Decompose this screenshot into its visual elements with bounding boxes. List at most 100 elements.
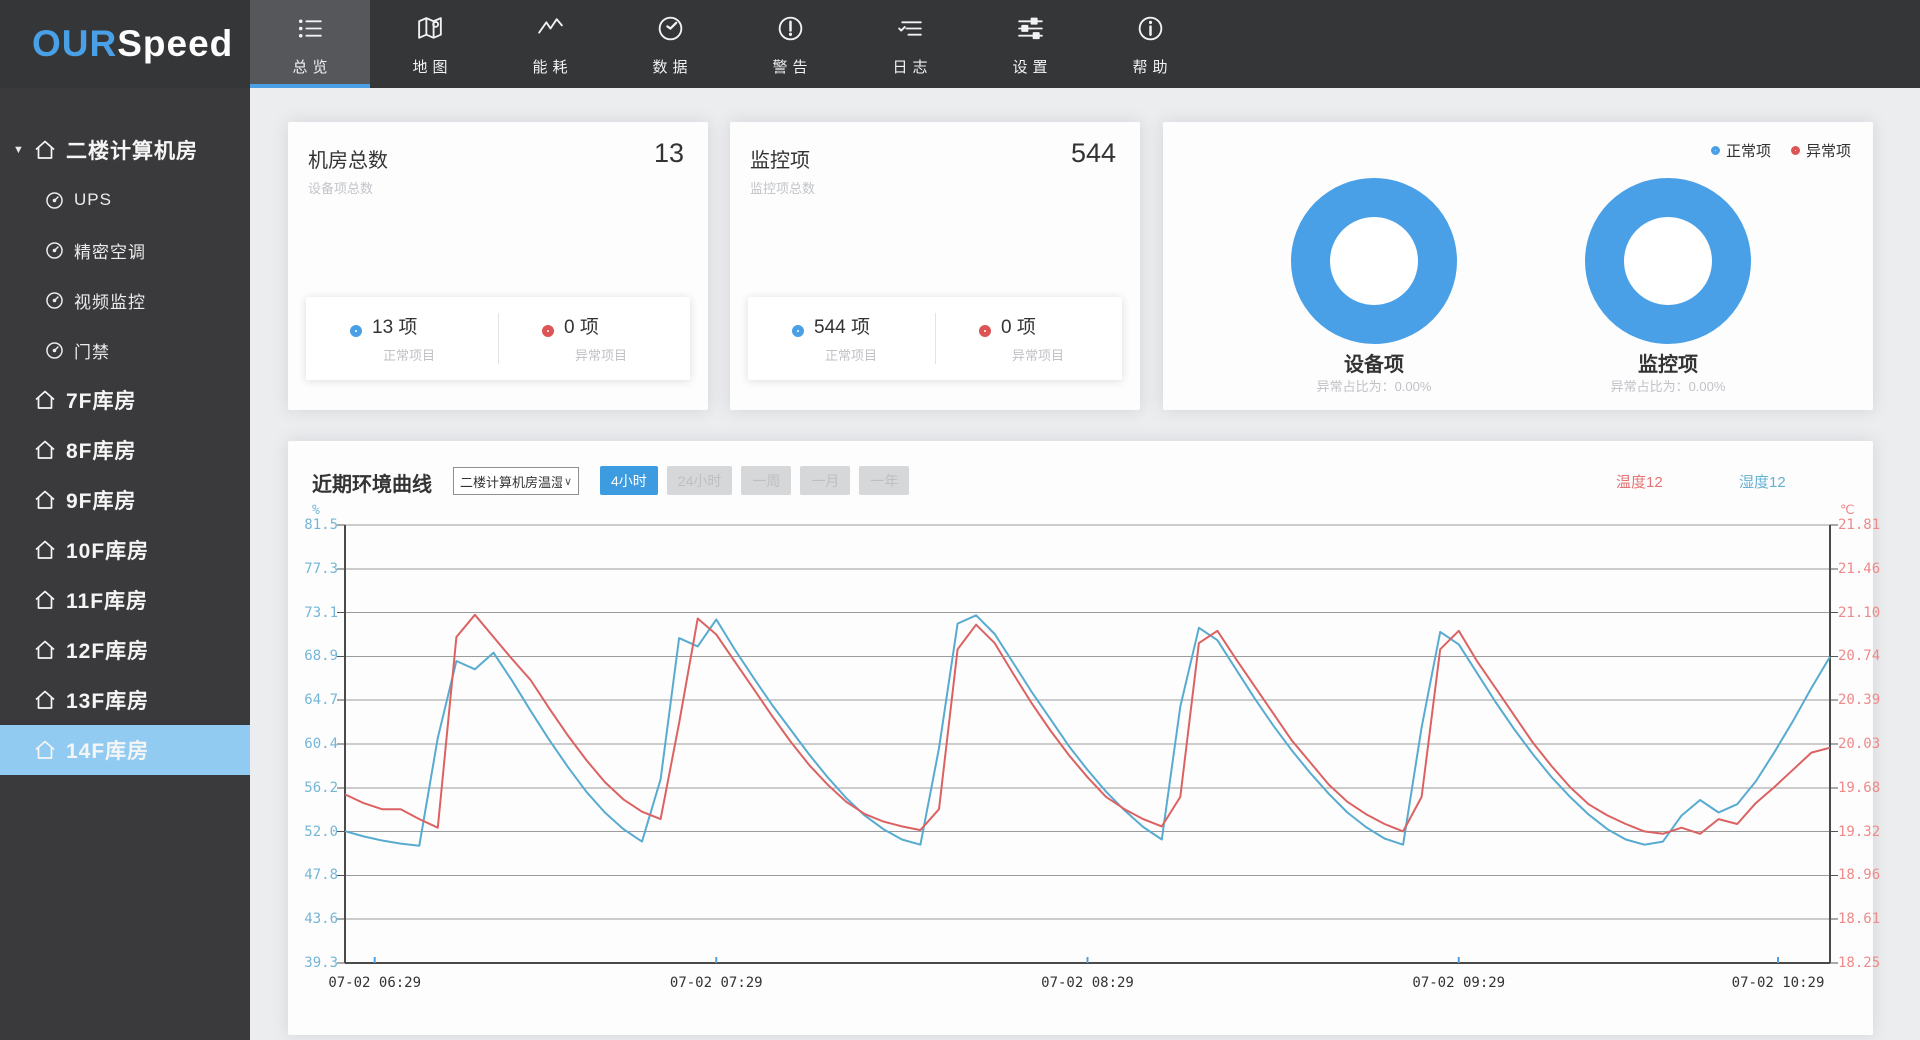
- legend-label: 正常项: [1726, 140, 1771, 161]
- donut-legend-item-正常项[interactable]: 正常项: [1711, 140, 1771, 161]
- sidebar-item-14F库房[interactable]: ▼14F库房: [0, 725, 250, 775]
- machine-room-total: 13: [654, 138, 684, 169]
- range-button-一周[interactable]: 一周: [741, 466, 791, 495]
- sidebar-item-8F库房[interactable]: ▼8F库房: [0, 425, 250, 475]
- sidebar-item-7F库房[interactable]: ▼7F库房: [0, 375, 250, 425]
- home-icon: [29, 538, 57, 562]
- sidebar-item-门禁[interactable]: 门禁: [0, 325, 250, 375]
- nav-tab-4[interactable]: 数据: [610, 0, 730, 88]
- gauge-icon: [0, 290, 65, 311]
- left-axis-tick: 56.2: [278, 779, 338, 797]
- right-axis-tick: 18.61: [1838, 910, 1898, 928]
- nav-tab-label: 设置: [1007, 56, 1052, 77]
- monitor-donut-label: 监控项: [1585, 348, 1751, 377]
- x-axis-tick: 07-02 06:29: [315, 975, 435, 991]
- donut-card: 正常项异常项 设备项 异常占比为：0.00% 监控项 异常占比为：0.00%: [1163, 122, 1873, 410]
- right-axis-tick: 18.96: [1838, 866, 1898, 884]
- humidity-legend-toggle[interactable]: 湿度12: [1739, 471, 1786, 492]
- normal-stat-value: 544 项: [814, 317, 870, 338]
- sidebar-item-label: 14F库房: [66, 735, 149, 765]
- brand-logo: OURSpeed: [32, 0, 233, 88]
- caret-down-icon[interactable]: ▼: [13, 144, 29, 156]
- nav-tab-2[interactable]: 地图: [370, 0, 490, 88]
- normal-stat-label: 正常项目: [825, 345, 935, 364]
- monitor-card-title: 监控项: [750, 144, 810, 173]
- home-icon: [29, 738, 57, 762]
- environment-curve-card: 近期环境曲线 二楼计算机房温湿环 ∨ 4小时24小时一周一月一年 温度12 湿度…: [288, 441, 1873, 1035]
- nav-tab-1[interactable]: 总览: [250, 0, 370, 88]
- abnormal-stat: 0 项 异常项目: [498, 297, 690, 380]
- dashboard-root: OURSpeed 总览地图能耗数据警告日志设置帮助 root 2019-07-0…: [0, 0, 1920, 1040]
- range-button-4小时[interactable]: 4小时: [600, 466, 658, 495]
- normal-stat-value: 13 项: [372, 317, 417, 338]
- monitor-donut-chart: [1585, 178, 1751, 344]
- nav-tab-label: 地图: [407, 56, 452, 77]
- chevron-down-icon: ∨: [564, 475, 572, 488]
- sidebar-item-label: 9F库房: [66, 485, 137, 515]
- range-button-一月[interactable]: 一月: [800, 466, 850, 495]
- nav-tab-label: 帮助: [1127, 56, 1172, 77]
- right-axis-tick: 21.46: [1838, 560, 1898, 578]
- help-icon: [1135, 0, 1166, 49]
- sidebar-item-视频监控[interactable]: 视频监控: [0, 275, 250, 325]
- abnormal-stat: 0 项 异常项目: [935, 297, 1122, 380]
- monitor-card: 监控项 544 监控项总数 544 项 正常项目 0 项 异常项目: [730, 122, 1140, 410]
- donut-legend-item-异常项[interactable]: 异常项: [1791, 140, 1851, 161]
- abnormal-stat-label: 异常项目: [575, 345, 690, 364]
- nav-tab-6[interactable]: 日志: [850, 0, 970, 88]
- sidebar-item-13F库房[interactable]: ▼13F库房: [0, 675, 250, 725]
- gauge-icon: [0, 240, 65, 261]
- nav-tab-8[interactable]: 帮助: [1090, 0, 1210, 88]
- room-curve-select-value: 二楼计算机房温湿环: [460, 472, 562, 491]
- settings-icon: [1015, 0, 1046, 49]
- sidebar-item-label: 视频监控: [74, 288, 146, 313]
- sidebar-item-label: UPS: [74, 190, 112, 210]
- sidebar-item-精密空调[interactable]: 精密空调: [0, 225, 250, 275]
- map-icon: [415, 0, 446, 49]
- monitor-subtitle: 监控项总数: [750, 178, 815, 197]
- sidebar-item-label: 7F库房: [66, 385, 137, 415]
- sidebar-item-9F库房[interactable]: ▼9F库房: [0, 475, 250, 525]
- temperature-legend-toggle[interactable]: 温度12: [1616, 471, 1663, 492]
- brand-logo-part2: Speed: [117, 23, 233, 64]
- device-donut-label: 设备项: [1291, 348, 1457, 377]
- abnormal-ring-icon: [979, 325, 991, 337]
- line-chart-svg: [345, 525, 1830, 963]
- time-range-buttons: 4小时 24小时一周一月一年: [600, 466, 909, 495]
- monitor-total: 544: [1071, 138, 1116, 169]
- nav-tab-7[interactable]: 设置: [970, 0, 1090, 88]
- nav-tab-label: 能耗: [527, 56, 572, 77]
- energy-icon: [535, 0, 566, 49]
- room-curve-select[interactable]: 二楼计算机房温湿环 ∨: [453, 467, 579, 495]
- machine-room-subtitle: 设备项总数: [308, 178, 373, 197]
- nav-tab-5[interactable]: 警告: [730, 0, 850, 88]
- series-line-湿度: [345, 615, 1830, 845]
- top-bar: OURSpeed 总览地图能耗数据警告日志设置帮助 root 2019-07-0…: [0, 0, 1920, 88]
- sidebar-item-label: 二楼计算机房: [66, 135, 198, 165]
- nav-tab-3[interactable]: 能耗: [490, 0, 610, 88]
- x-axis-tick: 07-02 07:29: [656, 975, 776, 991]
- series-line-温度: [345, 615, 1830, 834]
- normal-stat: 13 项 正常项目: [306, 297, 498, 380]
- right-axis-tick: 20.03: [1838, 735, 1898, 753]
- sidebar-item-11F库房[interactable]: ▼11F库房: [0, 575, 250, 625]
- legend-ring-icon: [1711, 146, 1720, 155]
- left-axis-tick: 52.0: [278, 823, 338, 841]
- sidebar-item-UPS[interactable]: UPS: [0, 175, 250, 225]
- range-button-24小时[interactable]: 24小时: [667, 466, 733, 495]
- left-axis-tick: 77.3: [278, 560, 338, 578]
- sidebar-item-二楼计算机房[interactable]: ▼ 二楼计算机房: [0, 125, 250, 175]
- sidebar-item-12F库房[interactable]: ▼12F库房: [0, 625, 250, 675]
- sidebar-item-label: 8F库房: [66, 435, 137, 465]
- range-button-一年[interactable]: 一年: [859, 466, 909, 495]
- monitor-donut-ratio: 异常占比为：0.00%: [1558, 376, 1778, 395]
- legend-ring-icon: [1791, 146, 1800, 155]
- sidebar-item-label: 门禁: [74, 338, 110, 363]
- x-axis-tick: 07-02 10:29: [1718, 975, 1838, 991]
- donut-legend: 正常项异常项: [1711, 140, 1851, 161]
- abnormal-stat-value: 0 项: [564, 317, 599, 338]
- sidebar-item-10F库房[interactable]: ▼10F库房: [0, 525, 250, 575]
- x-axis-tick: 07-02 09:29: [1399, 975, 1519, 991]
- sidebar-item-label: 精密空调: [74, 238, 146, 263]
- abnormal-stat-value: 0 项: [1001, 317, 1036, 338]
